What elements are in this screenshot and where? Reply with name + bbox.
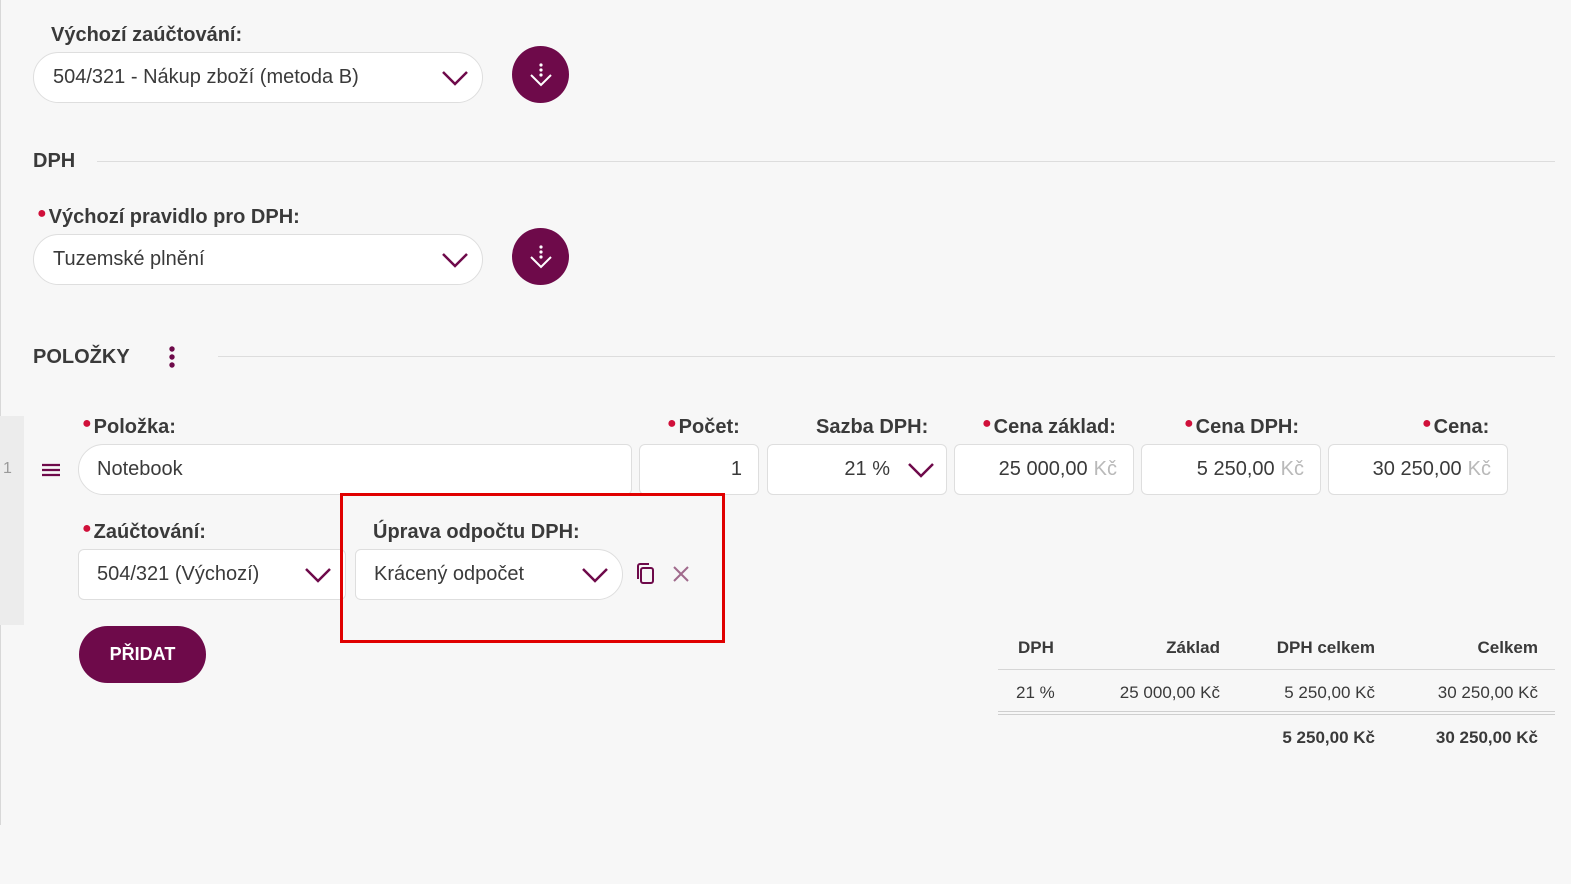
apply-default-posting-button[interactable] (512, 46, 569, 103)
drag-handle-icon[interactable] (39, 460, 63, 480)
base-price-label: ● Cena základ: (982, 415, 1116, 438)
vat-rule-label: ● Výchozí pravidlo pro DPH: (37, 205, 300, 228)
summary-cell-vat: 21 % (1016, 683, 1055, 702)
apply-vat-rule-button[interactable] (512, 228, 569, 285)
summary-header-vat-total: DPH celkem (1276, 638, 1375, 657)
summary-header-vat: DPH (1018, 638, 1054, 657)
posting-label: ● Zaúčtování: (82, 520, 206, 543)
summary-cell-base: 25 000,00 Kč (1119, 683, 1220, 702)
item-input[interactable]: Notebook (78, 444, 632, 495)
vat-rate-label: Sazba DPH: (816, 416, 929, 438)
add-item-button[interactable]: PŘIDAT (79, 626, 206, 683)
vat-section-title: DPH (33, 150, 76, 172)
summary-cell-vat-total: 5 250,00 Kč (1284, 683, 1375, 702)
vat-rate-select[interactable]: 21 % (767, 444, 947, 495)
summary-cell-total: 30 250,00 Kč (1437, 683, 1538, 702)
summary-header-base: Základ (1166, 638, 1220, 657)
summary-total-vat: 5 250,00 Kč (1282, 728, 1375, 747)
items-more-menu-icon[interactable] (163, 344, 181, 372)
row-gutter (0, 416, 24, 625)
price-label: ● Cena: (1422, 415, 1490, 438)
chevron-down-icon (440, 251, 470, 269)
vat-rule-select[interactable]: Tuzemské plnění (33, 234, 483, 285)
posting-select[interactable]: 504/321 (Výchozí) (78, 549, 346, 600)
base-price-input[interactable]: 25 000,00 Kč (954, 444, 1134, 495)
chevron-down-icon (303, 566, 333, 584)
arrow-down-apply-icon (529, 244, 552, 268)
summary-header-divider (998, 669, 1555, 670)
highlight-box (340, 493, 725, 643)
default-posting-value: 504/321 - Nákup zboží (metoda B) (53, 66, 359, 88)
count-input[interactable]: 1 (639, 444, 759, 495)
left-border (0, 0, 1, 825)
item-label: ● Položka: (82, 415, 176, 438)
vat-price-input[interactable]: 5 250,00 Kč (1141, 444, 1321, 495)
items-section-divider (218, 356, 1555, 357)
items-section-title: POLOŽKY (33, 346, 130, 368)
default-posting-label: Výchozí zaúčtování: (51, 24, 243, 46)
vat-section-divider (97, 161, 1555, 162)
summary-total-divider-2 (998, 714, 1555, 715)
chevron-down-icon (906, 461, 936, 479)
row-number: 1 (3, 460, 12, 477)
vat-price-label: ● Cena DPH: (1184, 415, 1300, 438)
summary-total-price: 30 250,00 Kč (1435, 728, 1538, 747)
chevron-down-icon (440, 69, 470, 87)
required-marker: ● (37, 205, 47, 222)
count-label: ● Počet: (667, 415, 740, 438)
summary-total-divider (998, 711, 1555, 712)
arrow-down-apply-icon (529, 62, 552, 86)
vat-rule-value: Tuzemské plnění (53, 248, 205, 270)
price-input[interactable]: 30 250,00 Kč (1328, 444, 1508, 495)
default-posting-select[interactable]: 504/321 - Nákup zboží (metoda B) (33, 52, 483, 103)
summary-header-total: Celkem (1477, 638, 1538, 657)
